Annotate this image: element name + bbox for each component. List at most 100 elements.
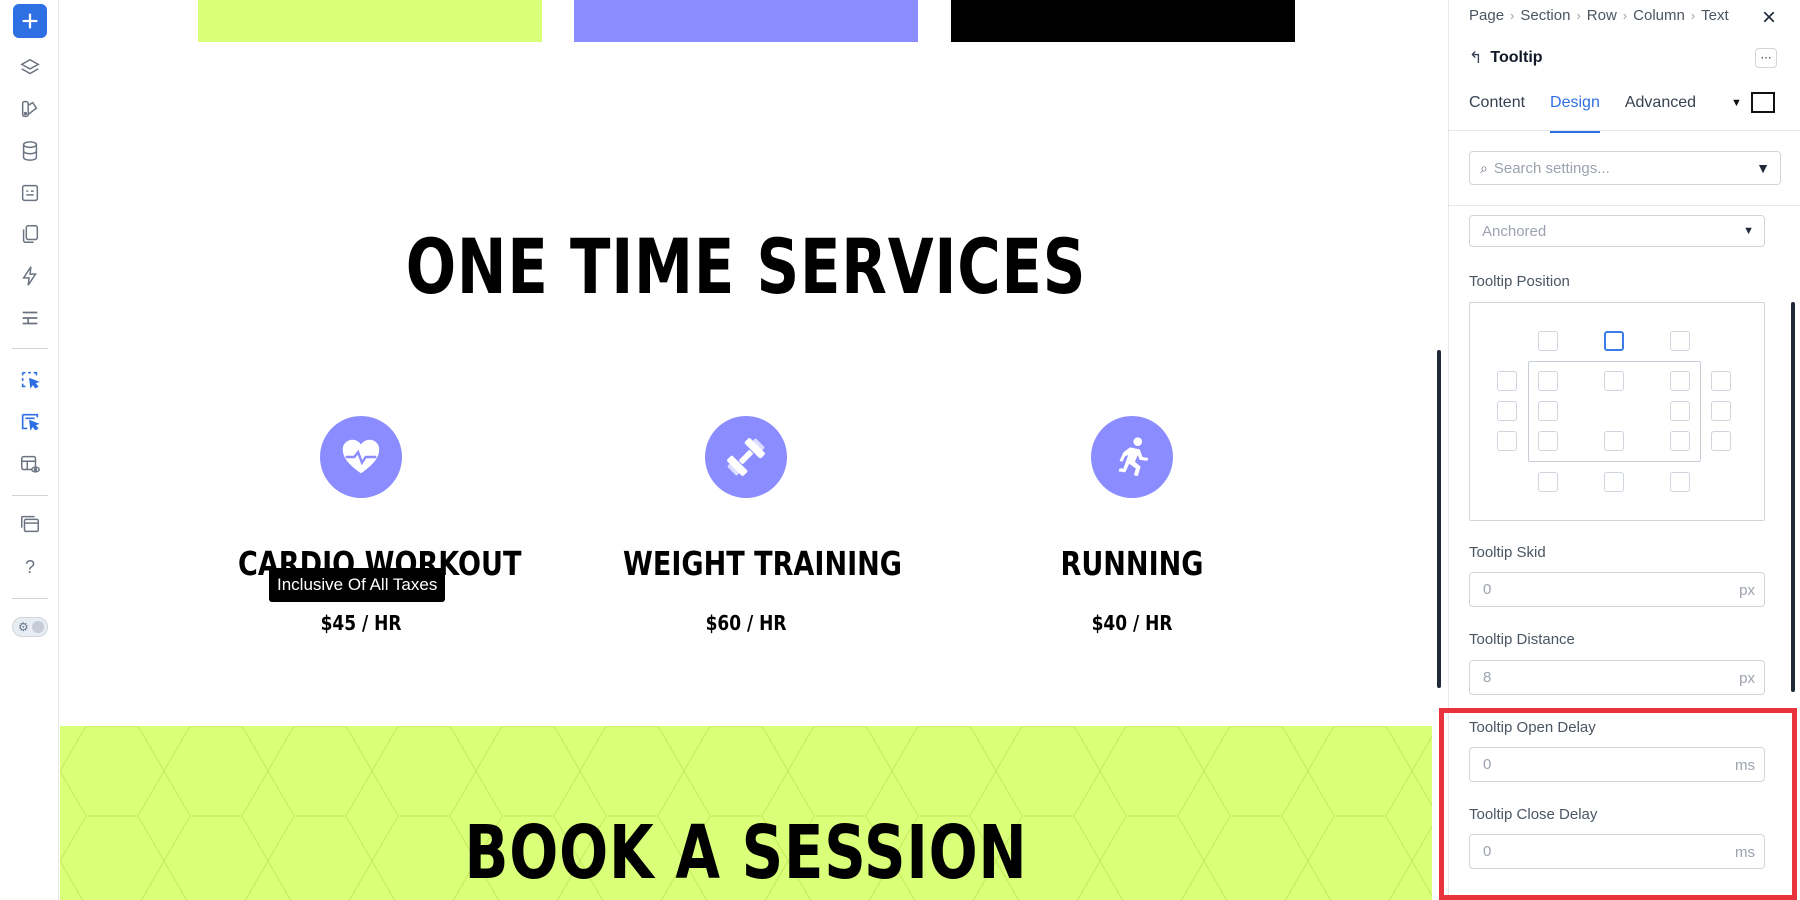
panel-scrollbar[interactable] <box>1791 302 1795 692</box>
breadcrumb-column[interactable]: Column <box>1633 7 1685 24</box>
service-card-weight[interactable]: WEIGHT TRAINING $60 / HR <box>596 416 903 635</box>
settings-panel: Page › Section › Row › Column › Text × ↰… <box>1448 0 1800 900</box>
position-left-end[interactable] <box>1497 431 1517 451</box>
layers-button[interactable] <box>13 51 47 85</box>
field-value: 0 <box>1483 756 1492 773</box>
breadcrumb-section[interactable]: Section <box>1520 7 1570 24</box>
tab-advanced[interactable]: Advanced <box>1625 92 1696 133</box>
position-bottom-end[interactable] <box>1670 472 1690 492</box>
database-icon <box>22 141 38 161</box>
position-bottom[interactable] <box>1604 472 1624 492</box>
panel-tabs: Content Design Advanced <box>1469 92 1721 133</box>
tooltip-skid-label: Tooltip Skid <box>1469 544 1546 561</box>
position-top-start[interactable] <box>1538 331 1558 351</box>
back-arrow-icon[interactable]: ↰ <box>1469 48 1482 68</box>
page-canvas: ONE TIME SERVICES CARDIO WORKOUT $45 / H… <box>60 0 1432 900</box>
toggle-knob <box>32 621 44 633</box>
search-placeholder: Search settings... <box>1493 159 1610 177</box>
add-element-button[interactable] <box>13 4 47 38</box>
style-button[interactable] <box>13 92 47 126</box>
style-icon <box>21 100 38 118</box>
select-value: Anchored <box>1482 223 1547 240</box>
panel-options-button[interactable]: ⋯ <box>1755 48 1777 68</box>
search-settings-input[interactable]: ⌕ Search settings... ▼ <box>1469 151 1781 185</box>
database-button[interactable] <box>13 134 47 168</box>
position-right-start[interactable] <box>1711 371 1731 391</box>
running-icon <box>1091 416 1173 498</box>
position-inner-bottom[interactable] <box>1604 431 1624 451</box>
bolt-icon <box>22 266 37 286</box>
position-inner-left[interactable] <box>1538 401 1558 421</box>
book-session-title: BOOK A SESSION <box>464 810 1028 896</box>
field-value: 8 <box>1483 669 1492 686</box>
left-toolbar: ? ⚙ <box>0 0 59 900</box>
position-inner-right[interactable] <box>1670 401 1690 421</box>
unit-label: px <box>1739 670 1755 687</box>
position-top[interactable] <box>1604 331 1624 351</box>
color-swatch-violet[interactable] <box>574 0 918 42</box>
select-all-button[interactable] <box>13 405 47 439</box>
tooltip-anchor-select[interactable]: Anchored ▼ <box>1469 215 1765 247</box>
pages-icon <box>22 225 39 243</box>
color-swatch-black[interactable] <box>951 0 1295 42</box>
pointer-select-icon <box>21 371 40 389</box>
service-card-running[interactable]: RUNNING $40 / HR <box>982 416 1282 635</box>
position-left[interactable] <box>1497 401 1517 421</box>
chevron-right-icon: › <box>1510 8 1515 23</box>
heart-icon <box>320 416 402 498</box>
unit-label: px <box>1739 582 1755 599</box>
tooltip-preview: Inclusive Of All Taxes <box>269 568 446 602</box>
theme-toggle[interactable]: ⚙ <box>12 617 48 637</box>
help-button[interactable]: ? <box>13 550 47 584</box>
canvas-scrollbar[interactable] <box>1437 350 1441 688</box>
caret-down-icon: ▼ <box>1743 225 1754 237</box>
pointer-select-all-icon <box>21 413 40 431</box>
tooltip-distance-input[interactable]: 8 px <box>1469 660 1765 695</box>
select-element-button[interactable] <box>13 363 47 397</box>
position-bottom-start[interactable] <box>1538 472 1558 492</box>
forms-button[interactable] <box>13 176 47 210</box>
pages-button[interactable] <box>13 217 47 251</box>
position-inner-bottom-right[interactable] <box>1670 431 1690 451</box>
tooltip-close-delay-label: Tooltip Close Delay <box>1469 806 1598 823</box>
caret-down-icon[interactable]: ▼ <box>1731 97 1742 109</box>
position-left-start[interactable] <box>1497 371 1517 391</box>
templates-button[interactable] <box>13 507 47 541</box>
search-icon: ⌕ <box>1480 159 1488 176</box>
preview-button[interactable] <box>13 447 47 481</box>
filter-icon[interactable]: ▼ <box>1756 160 1770 176</box>
color-swatch-lime[interactable] <box>198 0 542 42</box>
breadcrumb-text[interactable]: Text <box>1701 7 1729 24</box>
position-inner-bottom-left[interactable] <box>1538 431 1558 451</box>
tooltip-close-delay-input[interactable]: 0 ms <box>1469 834 1765 869</box>
tab-content[interactable]: Content <box>1469 92 1525 133</box>
table-icon <box>22 311 38 325</box>
plus-icon <box>22 13 38 29</box>
position-inner-top[interactable] <box>1604 371 1624 391</box>
chevron-right-icon: › <box>1690 8 1696 23</box>
service-name: WEIGHT TRAINING <box>623 544 903 583</box>
position-inner-top-left[interactable] <box>1538 371 1558 391</box>
service-card-cardio[interactable]: CARDIO WORKOUT $45 / HR <box>211 416 521 635</box>
panel-header: ↰ Tooltip <box>1469 48 1543 68</box>
close-icon[interactable]: × <box>1762 4 1776 32</box>
tooltip-open-delay-input[interactable]: 0 ms <box>1469 747 1765 782</box>
tab-design[interactable]: Design <box>1550 92 1600 133</box>
position-right-end[interactable] <box>1711 431 1731 451</box>
position-top-end[interactable] <box>1670 331 1690 351</box>
table-button[interactable] <box>13 301 47 335</box>
tooltip-open-delay-label: Tooltip Open Delay <box>1469 719 1596 736</box>
breadcrumb-row[interactable]: Row <box>1587 7 1617 24</box>
service-name: RUNNING <box>1060 544 1204 583</box>
tooltip-position-picker <box>1469 302 1765 521</box>
position-right[interactable] <box>1711 401 1731 421</box>
interactions-button[interactable] <box>13 259 47 293</box>
tooltip-skid-input[interactable]: 0 px <box>1469 572 1765 607</box>
position-inner-top-right[interactable] <box>1670 371 1690 391</box>
templates-icon <box>21 515 39 533</box>
responsive-view-icon[interactable] <box>1751 92 1775 113</box>
chevron-right-icon: › <box>1622 8 1628 23</box>
help-icon: ? <box>24 556 35 577</box>
breadcrumb-page[interactable]: Page <box>1469 7 1504 24</box>
service-price: $45 / HR <box>320 611 402 635</box>
